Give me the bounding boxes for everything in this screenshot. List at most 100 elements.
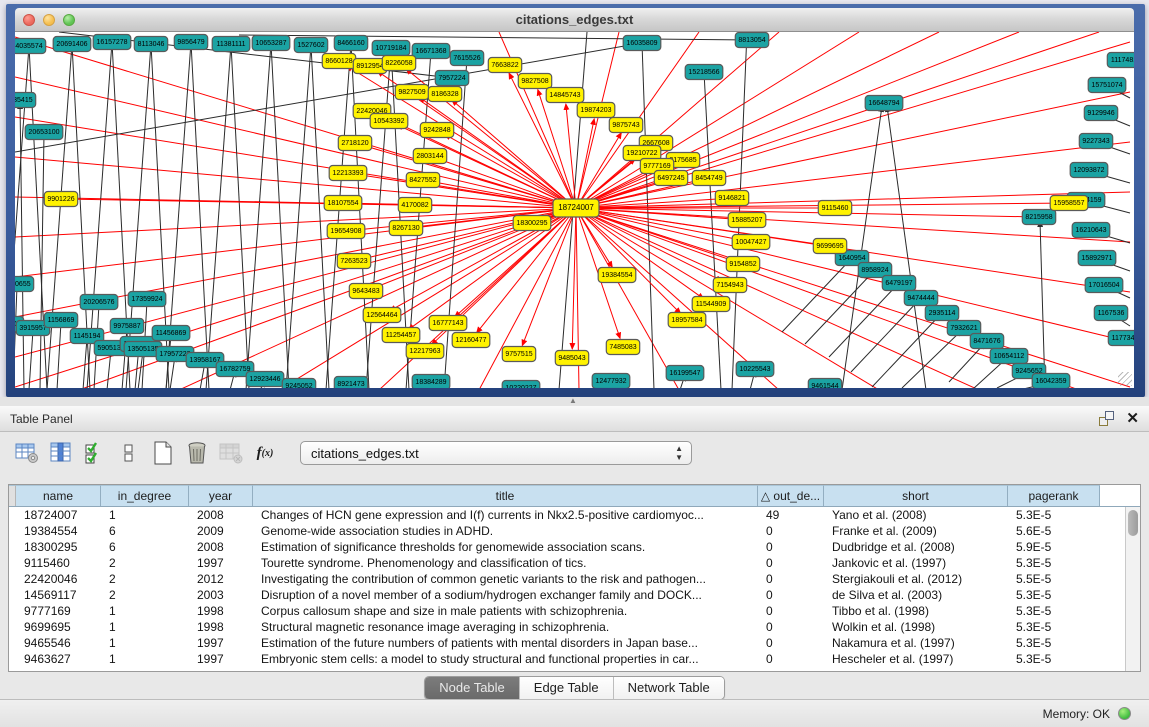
cell-year[interactable]: 2009 — [189, 523, 253, 539]
cell-out_degree[interactable]: 0 — [758, 587, 824, 603]
cell-in_degree[interactable]: 6 — [101, 523, 189, 539]
table-row[interactable]: 946554611997Estimation of the future num… — [9, 635, 1124, 651]
cell-in_degree[interactable]: 1 — [101, 603, 189, 619]
cell-in_degree[interactable]: 1 — [101, 651, 189, 667]
column-header-name[interactable]: name — [16, 485, 101, 506]
column-header-in_degree[interactable]: in_degree — [101, 485, 189, 506]
cell-out_degree[interactable]: 0 — [758, 603, 824, 619]
scrollbar-thumb[interactable] — [1128, 510, 1138, 536]
cell-name[interactable]: 22420046 — [16, 571, 101, 587]
delete-column-icon[interactable] — [184, 440, 210, 466]
cell-pagerank[interactable]: 5.3E-5 — [1008, 555, 1100, 571]
cell-short[interactable]: Franke et al. (2009) — [824, 523, 1008, 539]
cell-pagerank[interactable]: 5.3E-5 — [1008, 619, 1100, 635]
show-column-icon[interactable] — [48, 440, 74, 466]
horizontal-splitter[interactable]: ▲ — [0, 397, 1149, 406]
cell-year[interactable]: 2008 — [189, 539, 253, 555]
cell-pagerank[interactable]: 5.3E-5 — [1008, 603, 1100, 619]
cell-title[interactable]: Changes of HCN gene expression and I(f) … — [253, 507, 758, 523]
cell-out_degree[interactable]: 0 — [758, 619, 824, 635]
float-panel-icon[interactable] — [1099, 411, 1114, 426]
tab-node-table[interactable]: Node Table — [425, 677, 520, 699]
cell-short[interactable]: Dudbridge et al. (2008) — [824, 539, 1008, 555]
cell-year[interactable]: 1997 — [189, 651, 253, 667]
network-window-titlebar[interactable]: citations_edges.txt — [15, 8, 1134, 32]
cell-out_degree[interactable]: 0 — [758, 555, 824, 571]
tab-edge-table[interactable]: Edge Table — [520, 677, 614, 699]
cell-in_degree[interactable]: 6 — [101, 539, 189, 555]
cell-pagerank[interactable]: 5.3E-5 — [1008, 635, 1100, 651]
cell-out_degree[interactable]: 0 — [758, 635, 824, 651]
cell-title[interactable]: Corpus callosum shape and size in male p… — [253, 603, 758, 619]
cell-name[interactable]: 9465546 — [16, 635, 101, 651]
table-mode-icon[interactable] — [14, 440, 40, 466]
row-height-icon[interactable] — [116, 440, 142, 466]
cell-year[interactable]: 2008 — [189, 507, 253, 523]
table-row[interactable]: 946362711997Embryonic stem cells: a mode… — [9, 651, 1124, 667]
cell-in_degree[interactable]: 2 — [101, 555, 189, 571]
cell-title[interactable]: Genome-wide association studies in ADHD. — [253, 523, 758, 539]
cell-short[interactable]: Nakamura et al. (1997) — [824, 635, 1008, 651]
cell-title[interactable]: Structural magnetic resonance image aver… — [253, 619, 758, 635]
cell-year[interactable]: 2012 — [189, 571, 253, 587]
cell-short[interactable]: Wolkin et al. (1998) — [824, 619, 1008, 635]
cell-name[interactable]: 19384554 — [16, 523, 101, 539]
cell-out_degree[interactable]: 0 — [758, 651, 824, 667]
column-header-year[interactable]: year — [189, 485, 253, 506]
memory-ok-indicator-icon[interactable] — [1118, 707, 1131, 720]
select-columns-icon[interactable] — [82, 440, 108, 466]
cell-in_degree[interactable]: 1 — [101, 507, 189, 523]
vertical-scrollbar[interactable] — [1125, 507, 1140, 671]
cell-year[interactable]: 2003 — [189, 587, 253, 603]
network-canvas[interactable]: 4035574206914061615727881130469856479113… — [15, 32, 1134, 388]
cell-in_degree[interactable]: 1 — [101, 619, 189, 635]
cell-title[interactable]: Estimation of significance thresholds fo… — [253, 539, 758, 555]
cell-in_degree[interactable]: 2 — [101, 587, 189, 603]
cell-short[interactable]: Yano et al. (2008) — [824, 507, 1008, 523]
cell-in_degree[interactable]: 2 — [101, 571, 189, 587]
cell-short[interactable]: de Silva et al. (2003) — [824, 587, 1008, 603]
column-header-pagerank[interactable]: pagerank — [1008, 485, 1100, 506]
cell-pagerank[interactable]: 5.5E-5 — [1008, 571, 1100, 587]
cell-name[interactable]: 14569117 — [16, 587, 101, 603]
network-graph[interactable]: 4035574206914061615727881130469856479113… — [15, 32, 1134, 388]
table-row[interactable]: 969969511998Structural magnetic resonanc… — [9, 619, 1124, 635]
cell-pagerank[interactable]: 5.9E-5 — [1008, 539, 1100, 555]
cell-pagerank[interactable]: 5.3E-5 — [1008, 587, 1100, 603]
cell-year[interactable]: 1997 — [189, 635, 253, 651]
cell-name[interactable]: 9699695 — [16, 619, 101, 635]
cell-out_degree[interactable]: 49 — [758, 507, 824, 523]
cell-out_degree[interactable]: 0 — [758, 571, 824, 587]
table-row[interactable]: 1830029562008Estimation of significance … — [9, 539, 1124, 555]
create-column-icon[interactable] — [150, 440, 176, 466]
cell-name[interactable]: 18724007 — [16, 507, 101, 523]
cell-year[interactable]: 1998 — [189, 603, 253, 619]
column-header-short[interactable]: short — [824, 485, 1008, 506]
cell-title[interactable]: Investigating the contribution of common… — [253, 571, 758, 587]
cell-name[interactable]: 18300295 — [16, 539, 101, 555]
table-row[interactable]: 1938455462009Genome-wide association stu… — [9, 523, 1124, 539]
table-row[interactable]: 911546021997Tourette syndrome. Phenomeno… — [9, 555, 1124, 571]
cell-title[interactable]: Tourette syndrome. Phenomenology and cla… — [253, 555, 758, 571]
cell-short[interactable]: Stergiakouli et al. (2012) — [824, 571, 1008, 587]
column-header-title[interactable]: title — [253, 485, 758, 506]
cell-year[interactable]: 1997 — [189, 555, 253, 571]
cell-short[interactable]: Jankovic et al. (1997) — [824, 555, 1008, 571]
cell-title[interactable]: Embryonic stem cells: a model to study s… — [253, 651, 758, 667]
cell-name[interactable]: 9115460 — [16, 555, 101, 571]
cell-in_degree[interactable]: 1 — [101, 635, 189, 651]
table-row[interactable]: 1872400712008Changes of HCN gene express… — [9, 507, 1124, 523]
table-selector-dropdown[interactable]: citations_edges.txt ▲▼ — [300, 441, 692, 465]
cell-short[interactable]: Hescheler et al. (1997) — [824, 651, 1008, 667]
close-panel-icon[interactable]: ✕ — [1126, 411, 1139, 426]
column-header-out_degree[interactable]: △ out_de... — [758, 485, 824, 506]
cell-pagerank[interactable]: 5.3E-5 — [1008, 507, 1100, 523]
function-builder-icon[interactable]: f(x) — [252, 440, 278, 466]
cell-year[interactable]: 1998 — [189, 619, 253, 635]
tab-network-table[interactable]: Network Table — [614, 677, 724, 699]
table-row[interactable]: 2242004622012Investigating the contribut… — [9, 571, 1124, 587]
cell-pagerank[interactable]: 5.3E-5 — [1008, 651, 1100, 667]
splitter-handle-icon[interactable]: ▲ — [568, 397, 578, 405]
cell-short[interactable]: Tibbo et al. (1998) — [824, 603, 1008, 619]
table-row[interactable]: 977716911998Corpus callosum shape and si… — [9, 603, 1124, 619]
